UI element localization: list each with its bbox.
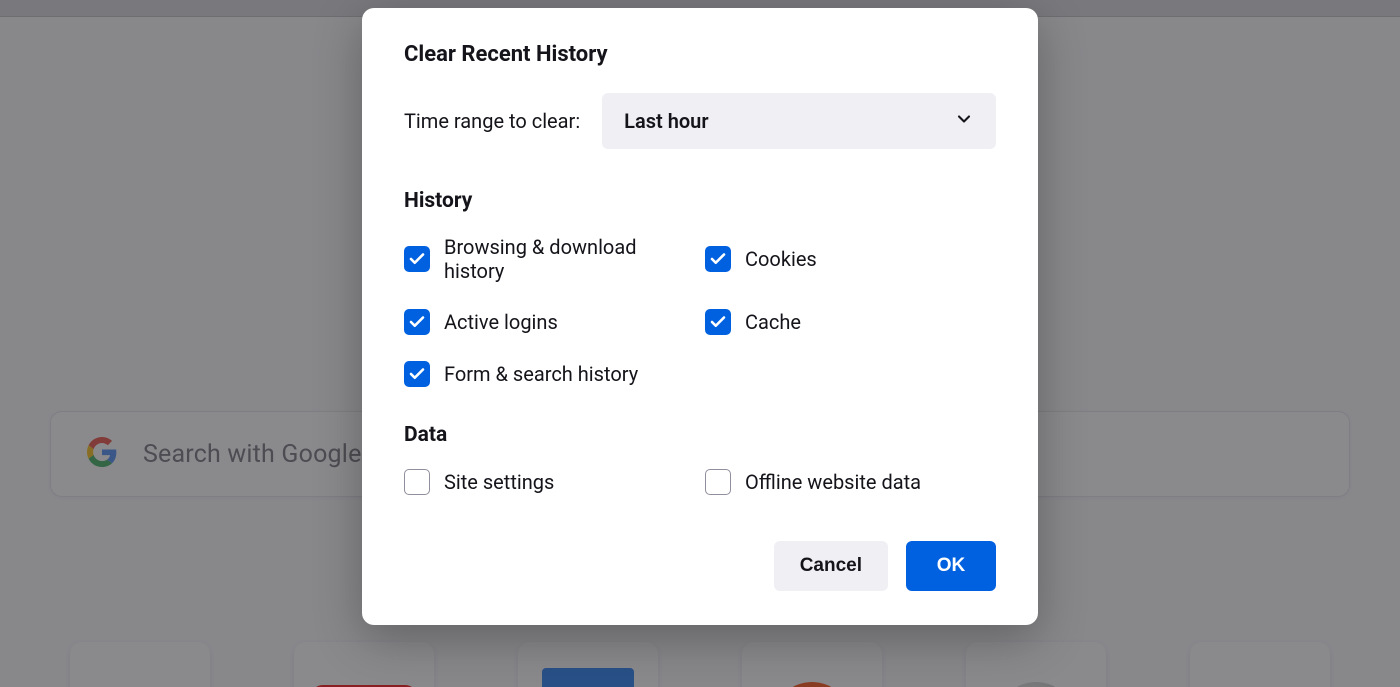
history-heading: History [404, 189, 996, 213]
checkbox-site-settings[interactable]: Site settings [404, 469, 695, 495]
data-options: Site settings Offline website data [404, 469, 996, 495]
browser-window: Search with Google or enter address Etsy… [0, 0, 1400, 687]
checkbox-box [404, 309, 430, 335]
time-range-row: Time range to clear: Last hour [404, 93, 996, 149]
checkbox-label: Browsing & download history [444, 235, 695, 283]
time-range-value: Last hour [624, 109, 708, 133]
chevron-down-icon [954, 109, 974, 134]
checkbox-box [705, 469, 731, 495]
checkbox-box [404, 361, 430, 387]
checkbox-label: Cookies [745, 247, 817, 271]
time-range-label: Time range to clear: [404, 109, 580, 133]
checkbox-offline-website-data[interactable]: Offline website data [705, 469, 996, 495]
checkbox-label: Cache [745, 310, 801, 334]
ok-button[interactable]: OK [906, 541, 996, 591]
dialog-title: Clear Recent History [404, 42, 996, 67]
checkbox-label: Form & search history [444, 362, 638, 386]
checkbox-cookies[interactable]: Cookies [705, 235, 996, 283]
history-options: Browsing & download history Cookies Acti… [404, 235, 996, 387]
dialog-footer: Cancel OK [404, 541, 996, 591]
time-range-select[interactable]: Last hour [602, 93, 996, 149]
checkbox-box [705, 309, 731, 335]
checkbox-cache[interactable]: Cache [705, 309, 996, 335]
data-heading: Data [404, 423, 996, 447]
cancel-button[interactable]: Cancel [774, 541, 888, 591]
checkbox-box [705, 246, 731, 272]
checkbox-label: Site settings [444, 470, 554, 494]
checkbox-form-search[interactable]: Form & search history [404, 361, 695, 387]
checkbox-label: Active logins [444, 310, 558, 334]
checkbox-active-logins[interactable]: Active logins [404, 309, 695, 335]
checkbox-box [404, 469, 430, 495]
checkbox-box [404, 246, 430, 272]
checkbox-browsing-download[interactable]: Browsing & download history [404, 235, 695, 283]
checkbox-label: Offline website data [745, 470, 921, 494]
clear-history-dialog: Clear Recent History Time range to clear… [362, 8, 1038, 625]
